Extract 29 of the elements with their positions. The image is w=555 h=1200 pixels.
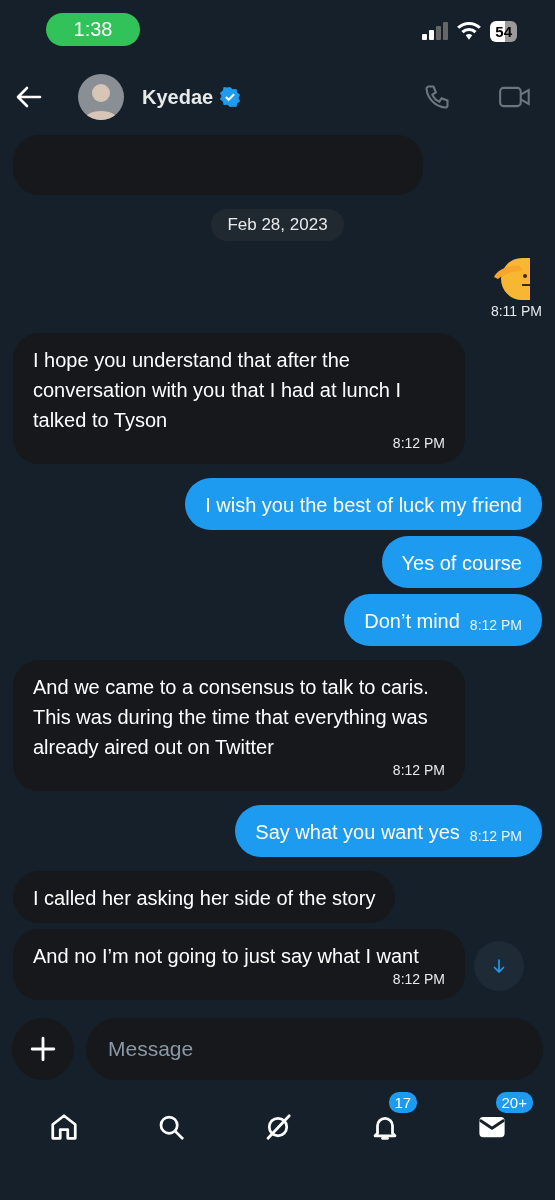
message-time: 8:12 PM — [392, 435, 445, 453]
home-icon — [48, 1112, 79, 1142]
count-badge: 17 — [386, 1090, 420, 1115]
message-time: 8:12 PM — [392, 762, 445, 780]
contact-name: Kyedae — [142, 85, 214, 109]
avatar[interactable] — [78, 74, 124, 120]
message-time: 8:12 PM — [469, 828, 522, 846]
message-text: I hope you understand that after the conversation with you that I had at lunch I talked to Tyson — [33, 348, 402, 433]
message-time: 8:12 PM — [469, 617, 522, 635]
message-text: I called her asking her side of the story — [33, 886, 376, 911]
back-arrow-icon[interactable] — [16, 86, 42, 108]
message-text: And no I’m not going to just say what I want — [33, 944, 419, 969]
message-time: 8:11 PM — [490, 303, 542, 319]
nav-tab[interactable]: 17 — [348, 1088, 421, 1146]
message-text: Don’t mind — [364, 609, 460, 634]
count-badge: 20+ — [493, 1090, 535, 1115]
phone-icon[interactable] — [423, 83, 451, 111]
message-text: And we came to a consensus to talk to caris. This was during the time that everything was already aired out on Twitter — [33, 675, 430, 760]
message-time: 8:12 PM — [392, 971, 445, 989]
battery-level: 54 — [490, 20, 517, 42]
plus-icon — [30, 1036, 56, 1062]
message-text: Say what you want yes — [255, 820, 460, 845]
message-field[interactable]: Message — [86, 1018, 543, 1080]
signal-icon — [422, 22, 449, 40]
status-time: 1:38 — [46, 12, 140, 46]
message-text: Yes of course — [401, 551, 522, 576]
message-text: I wish you the best of luck my friend — [205, 493, 522, 518]
date-label: Feb 28, 2023 — [211, 209, 344, 241]
wifi-icon — [456, 21, 483, 41]
